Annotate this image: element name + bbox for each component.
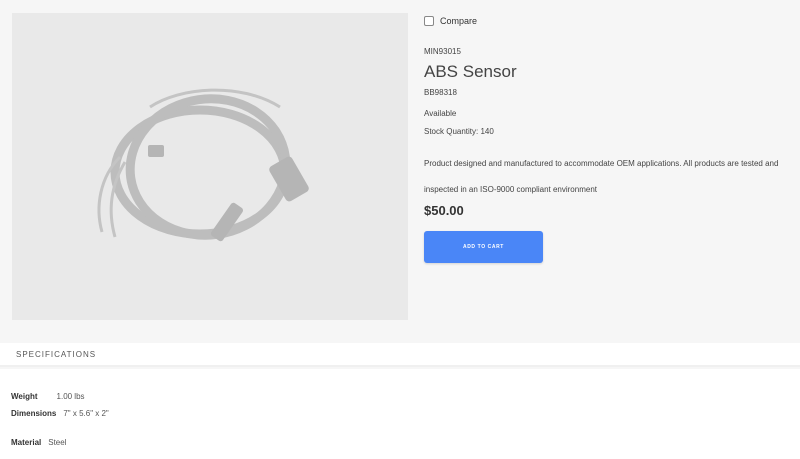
spec-key: Material bbox=[11, 438, 42, 447]
availability-status: Available bbox=[424, 109, 457, 118]
stock-quantity: Stock Quantity: 140 bbox=[424, 127, 494, 136]
product-description: Product designed and manufactured to acc… bbox=[424, 159, 779, 194]
specifications-header: SPECIFICATIONS bbox=[0, 343, 800, 367]
specifications-title: SPECIFICATIONS bbox=[16, 349, 97, 359]
product-price: $50.00 bbox=[424, 203, 464, 218]
compare-label: Compare bbox=[440, 16, 478, 26]
spec-value: 7" x 5.6" x 2" bbox=[63, 409, 109, 418]
spec-value: 1.00 lbs bbox=[56, 392, 85, 401]
spec-value: Steel bbox=[48, 438, 67, 447]
spec-key: Weight bbox=[11, 392, 38, 401]
top-strip bbox=[0, 0, 800, 13]
compare-checkbox[interactable] bbox=[424, 16, 434, 26]
product-sku: MIN93015 bbox=[424, 47, 461, 56]
part-number: BB98318 bbox=[424, 88, 457, 97]
product-image[interactable] bbox=[12, 13, 408, 320]
add-to-cart-button[interactable]: ADD TO CART bbox=[424, 231, 543, 263]
spec-row-material: Material Steel bbox=[11, 438, 66, 447]
compare-toggle[interactable]: Compare bbox=[424, 16, 477, 26]
cable-sensor-image bbox=[97, 88, 309, 241]
spec-row-dimensions: Dimensions 7" x 5.6" x 2" bbox=[11, 409, 109, 418]
spec-key: Dimensions bbox=[11, 409, 57, 418]
product-title: ABS Sensor bbox=[424, 62, 517, 81]
specifications-panel bbox=[0, 369, 800, 459]
spec-row-weight: Weight 1.00 lbs bbox=[11, 392, 85, 401]
